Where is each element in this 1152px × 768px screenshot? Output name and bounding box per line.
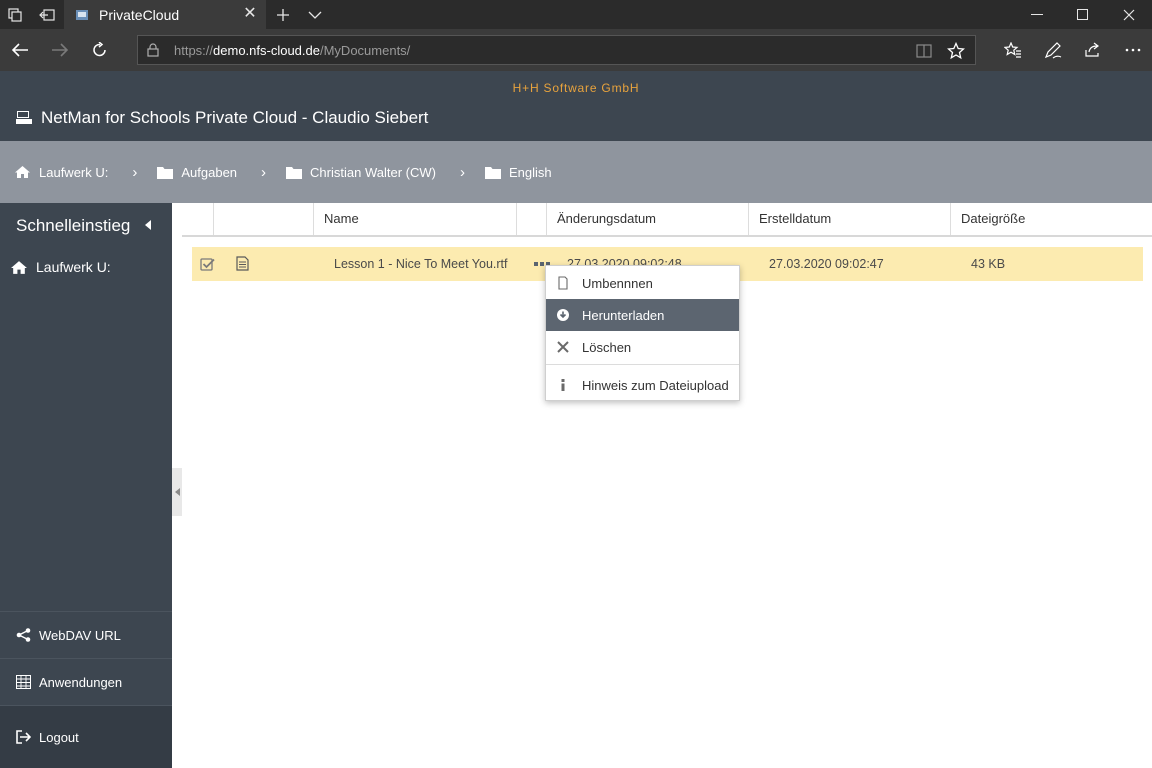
logout-icon — [16, 730, 31, 744]
back-arrow-icon[interactable] — [0, 29, 40, 71]
download-icon — [557, 309, 569, 321]
browser-toolbar: https://demo.nfs-cloud.de/MyDocuments/ — [0, 29, 1152, 71]
folder-icon — [484, 166, 501, 179]
minimize-icon[interactable] — [1014, 0, 1060, 29]
grid-table-icon — [16, 675, 31, 689]
breadcrumb-item-christian-walter[interactable]: Christian Walter (CW) — [286, 165, 436, 180]
maximize-icon[interactable] — [1060, 0, 1106, 29]
breadcrumb-separator: › — [261, 163, 267, 181]
app-header: H+H Software GmbH NetMan for Schools Pri… — [0, 71, 1152, 141]
menu-item-rename[interactable]: Umbennnen — [546, 267, 739, 299]
sidebar-collapse-icon[interactable] — [145, 220, 151, 230]
collapse-arrow-icon — [174, 488, 180, 496]
column-name[interactable]: Name — [314, 203, 517, 235]
menu-item-delete[interactable]: Löschen — [546, 331, 739, 363]
breadcrumb-item-english[interactable]: English — [484, 165, 552, 180]
tab-privatecloud[interactable]: PrivateCloud ✕ — [64, 0, 266, 29]
drive-logo-icon — [16, 111, 32, 124]
breadcrumb-item-drive[interactable]: Laufwerk U: — [14, 165, 108, 180]
tab-title: PrivateCloud — [99, 6, 180, 23]
cloud-favicon-icon — [76, 9, 88, 20]
tab-preview-chevron-icon[interactable] — [300, 0, 330, 29]
forward-arrow-icon[interactable] — [40, 29, 80, 71]
home-icon — [11, 260, 27, 274]
file-name[interactable]: Lesson 1 - Nice To Meet You.rtf — [334, 247, 507, 281]
logout-button[interactable]: Logout — [0, 705, 172, 768]
company-name: H+H Software GmbH — [512, 81, 640, 95]
breadcrumb-separator: › — [459, 163, 465, 181]
column-type[interactable] — [214, 203, 314, 235]
tab-close-icon[interactable]: ✕ — [242, 6, 258, 22]
sidebar-splitter-handle[interactable] — [172, 468, 182, 516]
sidebar-item-apps[interactable]: Anwendungen — [0, 658, 172, 705]
share-icon[interactable] — [1073, 29, 1113, 71]
favorites-hub-icon[interactable] — [993, 29, 1033, 71]
sidebar: Schnelleinstieg Laufwerk U: WebDAV URL A… — [0, 203, 172, 768]
file-created-date: 27.03.2020 09:02:47 — [769, 257, 884, 271]
breadcrumb-separator: › — [132, 163, 138, 181]
refresh-icon[interactable] — [80, 29, 120, 71]
share-nodes-icon — [16, 628, 31, 642]
breadcrumb: Laufwerk U: › Aufgaben › Christian Walte… — [0, 141, 1152, 203]
sidebar-item-webdav[interactable]: WebDAV URL — [0, 611, 172, 658]
column-actions — [517, 203, 547, 235]
web-note-pen-icon[interactable] — [1033, 29, 1073, 71]
checked-checkbox-icon[interactable] — [200, 257, 215, 272]
file-table-header: Name Änderungsdatum Erstelldatum Dateigr… — [182, 203, 1152, 237]
url-text: https://demo.nfs-cloud.de/MyDocuments/ — [174, 43, 411, 58]
page-icon — [558, 276, 568, 290]
browser-tabbar: PrivateCloud ✕ — [0, 0, 1152, 29]
column-modified[interactable]: Änderungsdatum — [547, 203, 749, 235]
app-title: NetMan for Schools Private Cloud - Claud… — [41, 108, 429, 127]
folder-icon — [286, 166, 303, 179]
reading-view-icon[interactable] — [915, 42, 933, 60]
menu-item-upload-hint[interactable]: Hinweis zum Dateiupload — [546, 369, 739, 401]
info-icon — [561, 379, 565, 391]
delete-x-icon — [557, 341, 569, 353]
menu-divider — [546, 364, 739, 365]
tab-actions-icon[interactable] — [0, 0, 30, 29]
sidebar-item-drive[interactable]: Laufwerk U: — [0, 255, 172, 279]
column-select[interactable] — [182, 203, 214, 235]
new-tab-icon[interactable] — [268, 0, 298, 29]
home-icon — [15, 166, 30, 178]
text-document-icon — [236, 256, 249, 271]
set-aside-tabs-icon[interactable] — [32, 0, 62, 29]
breadcrumb-item-aufgaben[interactable]: Aufgaben — [157, 165, 237, 180]
favorite-star-icon[interactable] — [947, 42, 965, 60]
column-created[interactable]: Erstelldatum — [749, 203, 951, 235]
lock-icon — [147, 43, 159, 57]
column-size[interactable]: Dateigröße — [951, 203, 1152, 235]
file-context-menu: Umbennnen Herunterladen Löschen Hinweis … — [545, 265, 740, 401]
close-window-icon[interactable] — [1106, 0, 1152, 29]
more-options-icon[interactable] — [1113, 29, 1152, 71]
menu-item-download[interactable]: Herunterladen — [546, 299, 739, 331]
file-size: 43 KB — [971, 257, 1006, 271]
address-bar[interactable]: https://demo.nfs-cloud.de/MyDocuments/ — [137, 35, 976, 65]
folder-icon — [157, 166, 174, 179]
sidebar-heading: Schnelleinstieg — [16, 216, 131, 235]
